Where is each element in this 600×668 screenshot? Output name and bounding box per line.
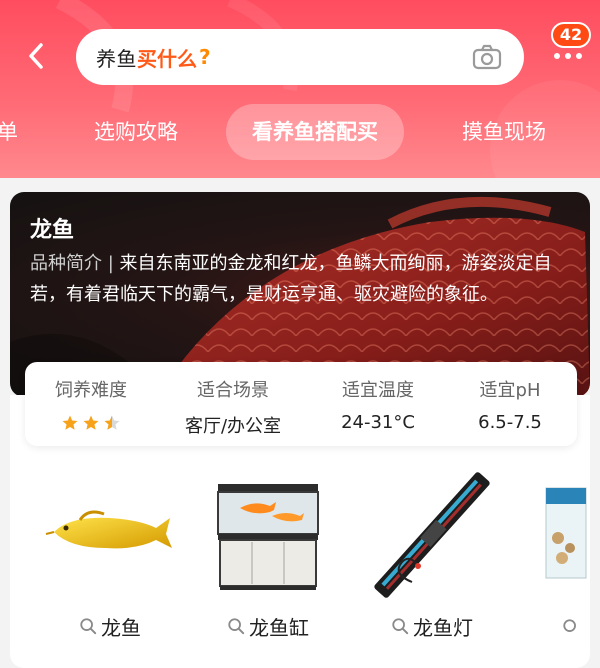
stat-ph: 适宜pH 6.5-7.5 xyxy=(469,376,551,433)
more-dot-icon xyxy=(565,53,571,59)
product-arowana-label: 龙鱼 xyxy=(40,610,180,642)
stat-ph-label: 适宜pH xyxy=(479,380,541,401)
search-icon xyxy=(563,619,576,632)
star-full-icon xyxy=(83,415,99,430)
product-box-image xyxy=(545,487,587,579)
product-arowana-lamp-name: 龙鱼灯 xyxy=(413,615,473,640)
search-highlight: 买什么 xyxy=(137,46,197,71)
stat-temperature: 适宜温度 24-31°C xyxy=(333,376,423,433)
camera-icon[interactable] xyxy=(472,43,502,71)
star-full-icon xyxy=(62,415,78,430)
stat-temperature-value: 24-31°C xyxy=(341,412,415,433)
search-icon xyxy=(228,618,245,635)
tab-buying-guide[interactable]: 选购攻略 xyxy=(94,104,178,160)
tab-fishing-live[interactable]: 摸鱼现场 xyxy=(462,104,546,160)
search-icon xyxy=(80,618,97,635)
back-button[interactable] xyxy=(20,40,52,72)
chevron-left-icon xyxy=(29,43,43,69)
stat-temperature-label: 适宜温度 xyxy=(342,380,414,401)
fish-tank-image xyxy=(217,484,319,590)
stat-ph-value: 6.5-7.5 xyxy=(478,412,542,433)
product-arowana-tank-name: 龙鱼缸 xyxy=(249,615,309,640)
product-arowana-tank-label: 龙鱼缸 xyxy=(198,610,338,642)
stat-scene-label: 适合场景 xyxy=(197,380,269,401)
header: 养鱼 买什么 ? 42 清单 选购攻略 看养鱼搭配买 摸鱼现场 xyxy=(0,0,600,182)
stat-scene-value: 客厅/办公室 xyxy=(184,416,282,437)
product-partial[interactable] xyxy=(538,478,590,658)
search-question-mark: ? xyxy=(199,45,211,69)
search-text: 养鱼 xyxy=(96,46,137,71)
stat-difficulty-label: 饲养难度 xyxy=(55,380,127,401)
fish-intro-label: 品种简介 | xyxy=(30,253,120,274)
fish-intro: 品种简介 | 来自东南亚的金龙和红龙，鱼鳞大而绚丽，游姿淡定自若，有着君临天下的… xyxy=(30,248,578,310)
fish-stats-card: 饲养难度 适合场景 客厅/办公室 适宜温度 24-31°C 适宜pH 6.5-7… xyxy=(25,362,577,446)
star-half-icon xyxy=(104,415,120,430)
notification-badge: 42 xyxy=(551,22,591,48)
fish-name: 龙鱼 xyxy=(30,218,75,243)
search-bar[interactable]: 养鱼 买什么 ? xyxy=(76,29,524,85)
product-arowana[interactable]: 龙鱼 xyxy=(40,470,180,650)
more-dot-icon xyxy=(576,53,582,59)
product-arowana-lamp[interactable]: 龙鱼灯 xyxy=(362,470,502,650)
difficulty-rating xyxy=(51,414,131,432)
arowana-fish-image xyxy=(45,510,172,549)
product-arowana-lamp-label: 龙鱼灯 xyxy=(362,610,502,642)
category-tabs: 清单 选购攻略 看养鱼搭配买 摸鱼现场 xyxy=(0,104,600,160)
stat-difficulty: 饲养难度 xyxy=(51,376,131,432)
aquarium-lamp-image xyxy=(374,472,490,598)
tab-list[interactable]: 清单 xyxy=(0,104,18,160)
product-arowana-tank[interactable]: 龙鱼缸 xyxy=(198,470,338,650)
more-dot-icon xyxy=(554,53,560,59)
search-icon xyxy=(392,618,409,635)
product-arowana-name: 龙鱼 xyxy=(101,615,141,640)
tab-fish-pairing[interactable]: 看养鱼搭配买 xyxy=(226,104,404,160)
stat-scene: 适合场景 客厅/办公室 xyxy=(175,376,291,438)
